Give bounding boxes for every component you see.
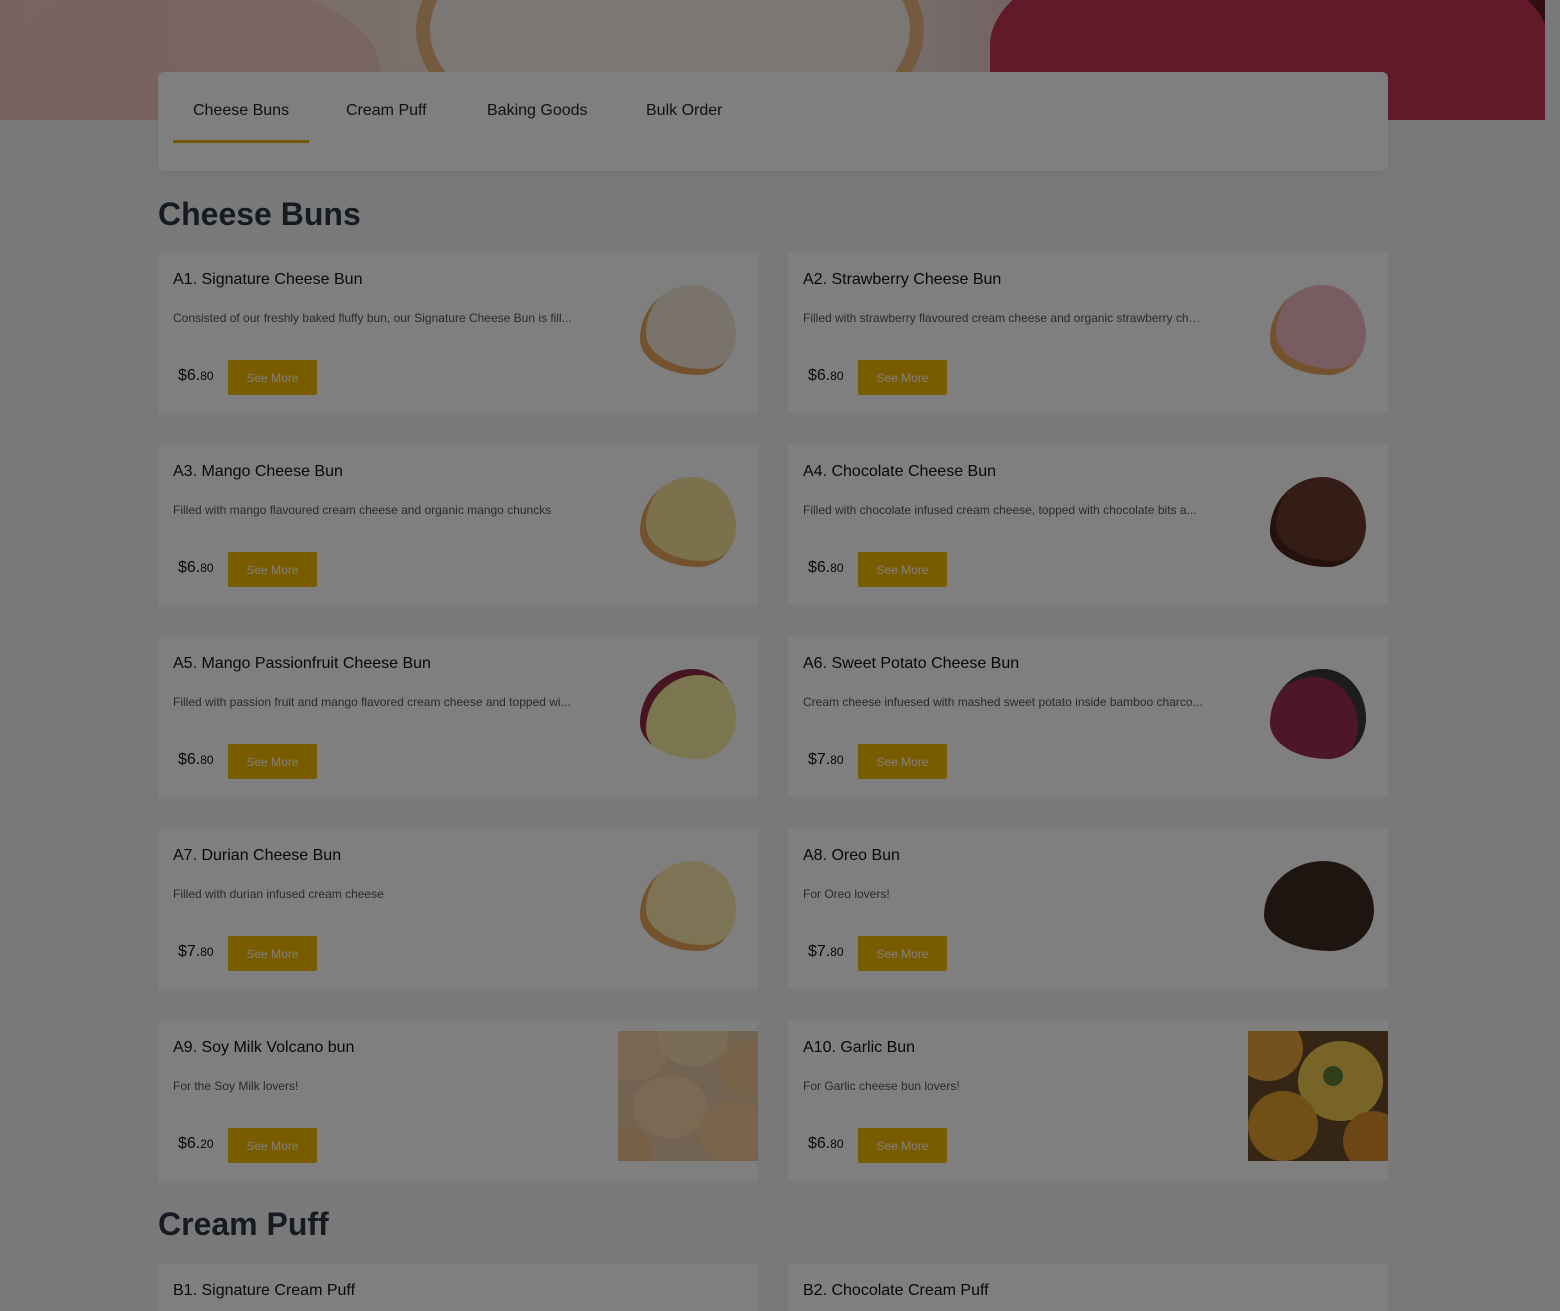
see-more-button[interactable]: See More <box>228 360 317 395</box>
tab-cheese-buns[interactable]: Cheese Buns <box>173 98 310 143</box>
section-title-cream-puff: Cream Puff <box>158 1206 329 1242</box>
product-price: $6.80 <box>808 1135 844 1152</box>
see-more-button[interactable]: See More <box>228 744 317 779</box>
oreo-bun-image <box>1248 839 1388 969</box>
product-price: $6.80 <box>178 559 214 576</box>
category-tab-bar: Cheese Buns Cream Puff Baking Goods Bulk… <box>158 72 1388 171</box>
product-name: A5. Mango Passionfruit Cheese Bun <box>173 655 431 672</box>
product-description: Cream cheese infuesed with mashed sweet … <box>803 695 1203 709</box>
see-more-button[interactable]: See More <box>858 360 947 395</box>
see-more-button[interactable]: See More <box>228 1128 317 1163</box>
product-card[interactable]: A1. Signature Cheese Bun Consisted of ou… <box>158 253 758 413</box>
section-title-cheese-buns: Cheese Buns <box>158 196 361 232</box>
product-name: B2. Chocolate Cream Puff <box>803 1282 989 1299</box>
mango-cheese-bun-image <box>618 455 758 585</box>
product-card[interactable]: A3. Mango Cheese Bun Filled with mango f… <box>158 445 758 605</box>
product-name: A3. Mango Cheese Bun <box>173 463 343 480</box>
product-description: Filled with chocolate infused cream chee… <box>803 503 1197 517</box>
product-price: $6.80 <box>808 559 844 576</box>
product-description: Filled with passion fruit and mango flav… <box>173 695 571 709</box>
product-name: A1. Signature Cheese Bun <box>173 271 363 288</box>
product-description: Filled with mango flavoured cream cheese… <box>173 503 552 517</box>
tab-bulk-order[interactable]: Bulk Order <box>626 98 742 140</box>
strawberry-cheese-bun-image <box>1248 263 1388 393</box>
product-description: For Oreo lovers! <box>803 887 890 901</box>
product-price: $7.80 <box>178 943 214 960</box>
product-price: $6.80 <box>808 367 844 384</box>
product-price: $6.80 <box>178 751 214 768</box>
product-description: Filled with durian infused cream cheese <box>173 887 384 901</box>
product-description: Consisted of our freshly baked fluffy bu… <box>173 311 572 325</box>
product-card[interactable]: B1. Signature Cream Puff <box>158 1264 758 1311</box>
product-card[interactable]: A7. Durian Cheese Bun Filled with durian… <box>158 829 758 989</box>
product-price: $6.20 <box>178 1135 214 1152</box>
product-name: A4. Chocolate Cheese Bun <box>803 463 997 480</box>
see-more-button[interactable]: See More <box>858 552 947 587</box>
see-more-button[interactable]: See More <box>228 552 317 587</box>
see-more-button[interactable]: See More <box>228 936 317 971</box>
see-more-button[interactable]: See More <box>858 936 947 971</box>
signature-cheese-bun-image <box>618 263 758 393</box>
product-card[interactable]: A2. Strawberry Cheese Bun Filled with st… <box>788 253 1388 413</box>
product-card[interactable]: A10. Garlic Bun For Garlic cheese bun lo… <box>788 1021 1388 1181</box>
garlic-bun-image <box>1248 1031 1388 1161</box>
product-description: For Garlic cheese bun lovers! <box>803 1079 960 1093</box>
product-card[interactable]: A5. Mango Passionfruit Cheese Bun Filled… <box>158 637 758 797</box>
product-card[interactable]: A8. Oreo Bun For Oreo lovers! $7.80 See … <box>788 829 1388 989</box>
soy-milk-volcano-bun-image <box>618 1031 758 1161</box>
product-name: A8. Oreo Bun <box>803 847 900 864</box>
product-description: For the Soy Milk lovers! <box>173 1079 299 1093</box>
sweet-potato-cheese-bun-image <box>1248 647 1388 777</box>
mango-passionfruit-cheese-bun-image <box>618 647 758 777</box>
see-more-button[interactable]: See More <box>858 744 947 779</box>
tab-cream-puff[interactable]: Cream Puff <box>326 98 447 140</box>
product-description: Filled with strawberry flavoured cream c… <box>803 311 1203 325</box>
product-price: $7.80 <box>808 751 844 768</box>
product-card[interactable]: B2. Chocolate Cream Puff <box>788 1264 1388 1311</box>
chocolate-cheese-bun-image <box>1248 455 1388 585</box>
product-name: A9. Soy Milk Volcano bun <box>173 1039 355 1056</box>
product-card[interactable]: A9. Soy Milk Volcano bun For the Soy Mil… <box>158 1021 758 1181</box>
durian-cheese-bun-image <box>618 839 758 969</box>
tab-baking-goods[interactable]: Baking Goods <box>467 98 608 140</box>
product-name: A7. Durian Cheese Bun <box>173 847 342 864</box>
product-price: $6.80 <box>178 367 214 384</box>
product-card[interactable]: A6. Sweet Potato Cheese Bun Cream cheese… <box>788 637 1388 797</box>
product-name: A10. Garlic Bun <box>803 1039 916 1056</box>
see-more-button[interactable]: See More <box>858 1128 947 1163</box>
product-name: A6. Sweet Potato Cheese Bun <box>803 655 1020 672</box>
product-price: $7.80 <box>808 943 844 960</box>
product-card[interactable]: A4. Chocolate Cheese Bun Filled with cho… <box>788 445 1388 605</box>
product-name: A2. Strawberry Cheese Bun <box>803 271 1002 288</box>
product-name: B1. Signature Cream Puff <box>173 1282 356 1299</box>
